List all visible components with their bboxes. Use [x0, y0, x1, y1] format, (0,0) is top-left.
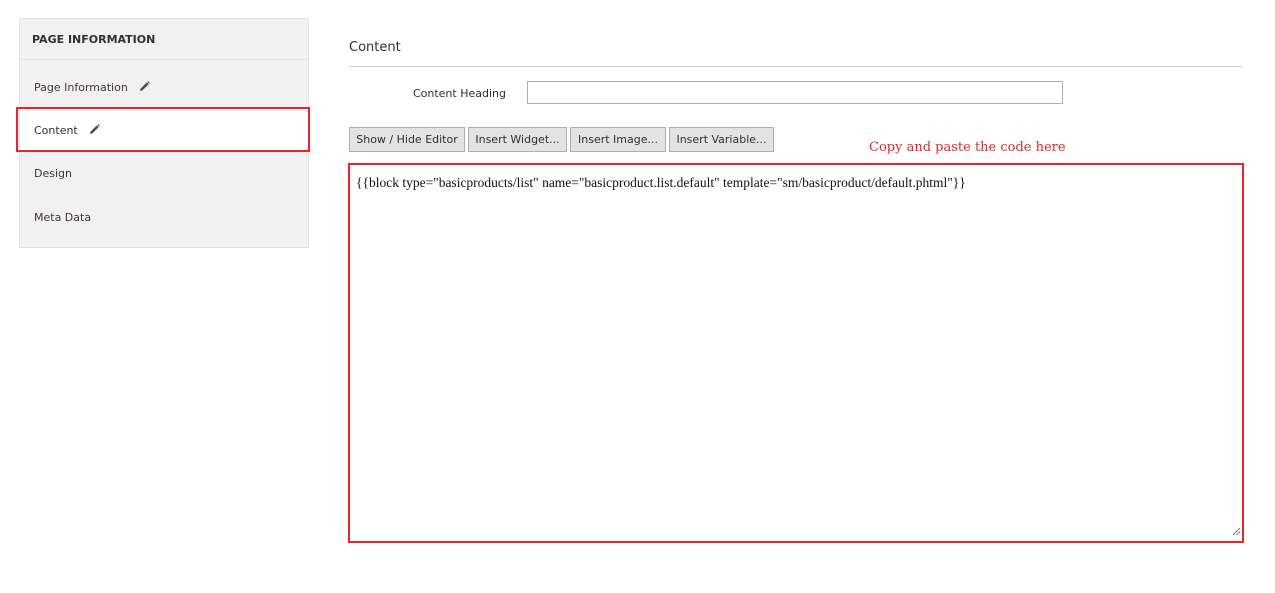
page-information-panel: PAGE INFORMATION Page Information Conten… [19, 18, 309, 248]
resize-grip-icon[interactable] [1232, 521, 1241, 540]
sidebar-item-meta-data[interactable]: Meta Data [20, 198, 308, 238]
content-editor-textarea[interactable]: {{block type="basicproducts/list" name="… [348, 163, 1244, 543]
sidebar-item-content[interactable]: Content [20, 111, 308, 151]
insert-image-button[interactable]: Insert Image... [570, 127, 666, 152]
show-hide-editor-button[interactable]: Show / Hide Editor [349, 127, 465, 152]
content-heading-label: Content Heading [412, 87, 506, 100]
editor-content: {{block type="basicproducts/list" name="… [356, 175, 966, 190]
insert-widget-button[interactable]: Insert Widget... [468, 127, 567, 152]
sidebar-item-label: Design [34, 167, 72, 180]
sidebar-item-label: Page Information [34, 81, 128, 94]
pencil-icon [139, 69, 151, 109]
insert-variable-button[interactable]: Insert Variable... [669, 127, 774, 152]
sidebar-item-label: Content [34, 124, 78, 137]
content-heading-input[interactable] [527, 81, 1063, 104]
sidebar-item-page-information[interactable]: Page Information [20, 68, 308, 108]
sidebar-title: PAGE INFORMATION [20, 19, 308, 60]
pencil-icon [89, 112, 101, 152]
annotation-note: Copy and paste the code here [869, 140, 1066, 155]
section-divider [349, 66, 1242, 67]
sidebar-item-design[interactable]: Design [20, 154, 308, 194]
sidebar-item-label: Meta Data [34, 211, 92, 224]
section-title: Content [349, 40, 401, 55]
